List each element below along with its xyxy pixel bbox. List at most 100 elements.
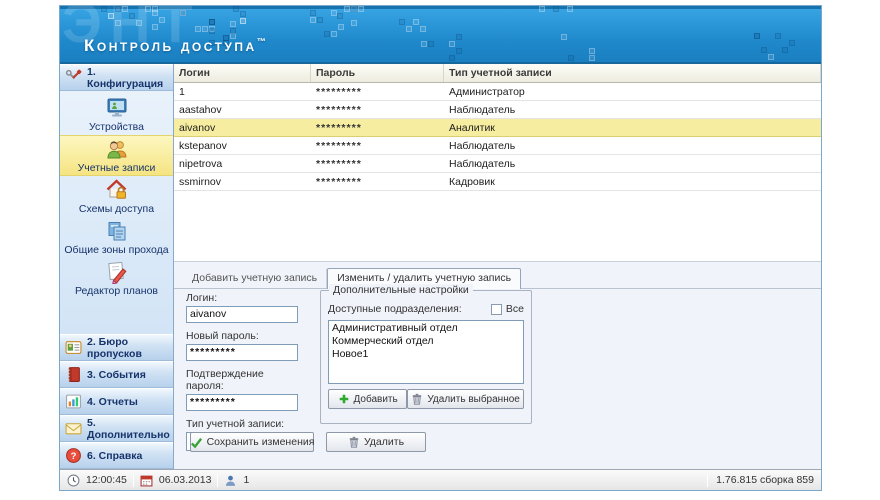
delete-account-button[interactable]: Удалить (326, 432, 426, 452)
cell-account-type: Наблюдатель (444, 140, 821, 152)
all-checkbox-label: Все (506, 303, 524, 315)
status-divider (707, 474, 708, 487)
cell-password: ********* (311, 140, 444, 152)
sidebar-section-label: 5. Дополнительно (87, 417, 170, 441)
additional-settings-group: Дополнительные настройки Доступные подра… (320, 290, 532, 424)
table-row-selected[interactable]: aivanov ********* Аналитик (174, 119, 821, 137)
account-type-label: Тип учетной записи: (186, 418, 304, 430)
sidebar-item-accounts[interactable]: Учетные записи (60, 135, 173, 176)
column-header-password[interactable]: Пароль (311, 64, 444, 82)
tab-add-account[interactable]: Добавить учетную запись (182, 268, 327, 288)
sidebar-item-devices[interactable]: Устройства (60, 94, 173, 135)
cell-password: ********* (311, 122, 444, 134)
confirm-password-label: Подтверждение пароля: (186, 368, 304, 392)
list-item[interactable]: Административный отдел (332, 322, 520, 335)
edit-tabs: Добавить учетную запись Изменить / удали… (174, 262, 821, 289)
chart-icon (65, 393, 82, 410)
user-icon (224, 474, 237, 487)
save-changes-button[interactable]: Сохранить изменения (190, 432, 314, 452)
users-icon (105, 137, 129, 161)
help-icon: ? (65, 447, 82, 464)
status-user-count: 1 (243, 474, 249, 486)
cell-login: aastahov (174, 104, 311, 116)
sidebar-item-additional[interactable]: 5. Дополнительно (60, 415, 173, 442)
sidebar-item-label: Редактор планов (75, 285, 158, 297)
calendar-icon (140, 474, 153, 487)
svg-text:?: ? (71, 451, 77, 462)
sidebar-item-events[interactable]: 3. События (60, 361, 173, 388)
column-header-login[interactable]: Логин (174, 64, 311, 82)
new-password-label: Новый пароль: (186, 330, 304, 342)
sidebar-item-plan-editor[interactable]: Редактор планов (60, 258, 173, 299)
sidebar-item-label: Схемы доступа (79, 203, 154, 215)
cell-password: ********* (311, 176, 444, 188)
badge-icon (65, 339, 82, 356)
list-item[interactable]: Новое1 (332, 348, 520, 361)
cell-account-type: Кадровик (444, 176, 821, 188)
additional-settings-title: Дополнительные настройки (329, 284, 473, 296)
cell-login: kstepanov (174, 140, 311, 152)
table-row[interactable]: ssmirnov ********* Кадровик (174, 173, 821, 191)
sidebar-item-configuration[interactable]: 1. Конфигурация (60, 64, 173, 91)
book-icon (65, 366, 82, 383)
save-changes-label: Сохранить изменения (207, 436, 315, 448)
table-row[interactable]: nipetrova ********* Наблюдатель (174, 155, 821, 173)
plus-icon (338, 393, 350, 405)
new-password-field[interactable]: ********* (186, 344, 298, 361)
login-label: Логин: (186, 292, 304, 304)
account-form: Логин: aivanov Новый пароль: ********* П… (186, 292, 304, 451)
status-divider (133, 474, 134, 487)
remove-selected-button[interactable]: Удалить выбранное (407, 389, 524, 409)
sidebar-item-pass-office[interactable]: 2. Бюро пропусков (60, 334, 173, 361)
mail-icon (65, 420, 82, 437)
table-row[interactable]: 1 ********* Администратор (174, 83, 821, 101)
column-header-account-type[interactable]: Тип учетной записи (444, 64, 821, 82)
status-time: 12:00:45 (86, 474, 127, 486)
sidebar-section-label: 6. Справка (87, 450, 142, 462)
sidebar-item-access-schemes[interactable]: Схемы доступа (60, 176, 173, 217)
zones-icon (105, 219, 129, 243)
cell-password: ********* (311, 104, 444, 116)
login-field[interactable]: aivanov (186, 306, 298, 323)
add-department-label: Добавить (354, 394, 398, 405)
cell-login: aivanov (174, 122, 311, 134)
check-icon (190, 436, 203, 449)
all-checkbox[interactable] (491, 304, 502, 315)
tools-icon (65, 69, 82, 86)
sidebar-item-help[interactable]: ? 6. Справка (60, 442, 173, 469)
confirm-password-field[interactable]: ********* (186, 394, 298, 411)
status-date: 06.03.2013 (159, 474, 212, 486)
sidebar-item-common-zones[interactable]: Общие зоны прохода (60, 217, 173, 258)
table-row[interactable]: aastahov ********* Наблюдатель (174, 101, 821, 119)
status-divider (217, 474, 218, 487)
cell-login: nipetrova (174, 158, 311, 170)
sidebar-section-label: 2. Бюро пропусков (87, 336, 170, 360)
cell-password: ********* (311, 86, 444, 98)
list-item[interactable]: Коммерческий отдел (332, 335, 520, 348)
house-lock-icon (105, 178, 129, 202)
sidebar-item-label: Учетные записи (78, 162, 156, 174)
remove-selected-label: Удалить выбранное (427, 394, 519, 405)
cell-account-type: Администратор (444, 86, 821, 98)
delete-account-label: Удалить (364, 436, 404, 448)
main-content: Логин Пароль Тип учетной записи 1 ******… (174, 64, 821, 469)
departments-buttons: Добавить Удалить выбранное (321, 384, 531, 409)
trash-icon (348, 436, 360, 448)
trademark-mark: ™ (257, 36, 266, 46)
clock-icon (67, 474, 80, 487)
all-checkbox-wrap[interactable]: Все (491, 303, 524, 315)
departments-listbox[interactable]: Административный отдел Коммерческий отде… (328, 320, 524, 384)
sidebar-item-reports[interactable]: 4. Отчеты (60, 388, 173, 415)
configuration-submenu: Устройства Учетные записи Схемы доступа (60, 91, 173, 334)
table-row[interactable]: kstepanov ********* Наблюдатель (174, 137, 821, 155)
sidebar-section-label: 3. События (87, 369, 146, 381)
cell-login: 1 (174, 86, 311, 98)
app-header: ЭНТ Контроль доступа™ (60, 6, 821, 64)
departments-label: Доступные подразделения: (328, 303, 462, 315)
cell-login: ssmirnov (174, 176, 311, 188)
app-window: ЭНТ Контроль доступа™ 1. Конфигурация (59, 5, 822, 491)
status-version: 1.76.815 сборка 859 (716, 474, 814, 486)
screen: ЭНТ Контроль доступа™ 1. Конфигурация (0, 0, 880, 500)
monitor-icon (105, 96, 129, 120)
add-department-button[interactable]: Добавить (328, 389, 407, 409)
